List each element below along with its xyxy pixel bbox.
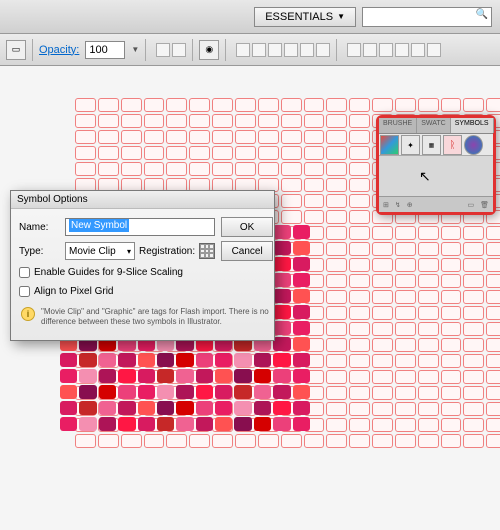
workspace-switcher[interactable]: ESSENTIALS ▼ [254, 7, 356, 27]
ok-button[interactable]: OK [221, 217, 273, 237]
tab-symbols[interactable]: SYMBOLS [451, 118, 494, 133]
tab-brushes[interactable]: BRUSHE [379, 118, 417, 133]
footer-btn[interactable]: ▭ [467, 201, 474, 209]
workspace-label: ESSENTIALS [265, 11, 333, 23]
panel-tabs: BRUSHE SWATC SYMBOLS [379, 118, 493, 134]
chevron-down-icon[interactable]: ▼ [131, 45, 139, 54]
separator [32, 39, 33, 61]
chevron-down-icon: ▾ [127, 247, 131, 256]
separator [336, 39, 337, 61]
separator [225, 39, 226, 61]
separator [145, 39, 146, 61]
symbols-panel: BRUSHE SWATC SYMBOLS ✦ ▦ ᚱ ↖ ⊞ ↯ ⊕ ▭ 🗑 [376, 115, 496, 215]
dist-btn[interactable] [411, 43, 425, 57]
dist-btn[interactable] [379, 43, 393, 57]
opacity-input[interactable] [85, 41, 125, 59]
dist-btn[interactable] [363, 43, 377, 57]
align-btn[interactable] [316, 43, 330, 57]
footer-btn[interactable]: ⊕ [407, 201, 413, 209]
footer-btn[interactable]: ⊞ [383, 201, 389, 209]
info-icon: i [21, 307, 35, 321]
symbol-thumb[interactable]: ▦ [422, 135, 441, 155]
symbol-thumb[interactable] [464, 135, 483, 155]
align-btn[interactable] [252, 43, 266, 57]
cancel-button[interactable]: Cancel [221, 241, 273, 261]
dist-btn[interactable] [347, 43, 361, 57]
footer-btn[interactable]: ↯ [395, 201, 401, 209]
style-btn-2[interactable] [172, 43, 186, 57]
recolor-btn[interactable]: ◉ [199, 40, 219, 60]
name-label: Name: [19, 222, 59, 233]
style-btn-1[interactable] [156, 43, 170, 57]
symbol-thumbnails: ✦ ▦ ᚱ [379, 134, 493, 156]
style-icons [156, 43, 186, 57]
dist-btn[interactable] [427, 43, 441, 57]
separator [192, 39, 193, 61]
dist-btn[interactable] [395, 43, 409, 57]
align-btn[interactable] [300, 43, 314, 57]
panel-body[interactable]: ↖ [379, 156, 493, 196]
type-select[interactable]: Movie Clip▾ [65, 242, 135, 260]
symbol-thumb[interactable] [380, 135, 399, 155]
search-wrap: 🔍 [362, 6, 492, 27]
dialog-title: Symbol Options [11, 191, 274, 209]
enable-guides-row[interactable]: Enable Guides for 9-Slice Scaling [19, 265, 276, 280]
align-btn[interactable] [284, 43, 298, 57]
info-row: i "Movie Clip" and "Graphic" are tags fo… [19, 303, 276, 332]
trash-icon[interactable]: 🗑 [480, 201, 489, 209]
align-pixel-checkbox[interactable] [19, 286, 30, 297]
cursor-icon: ↖ [419, 168, 431, 185]
symbol-thumb[interactable]: ✦ [401, 135, 420, 155]
panel-footer: ⊞ ↯ ⊕ ▭ 🗑 [379, 196, 493, 212]
symbol-thumb[interactable]: ᚱ [443, 135, 462, 155]
opacity-label: Opacity: [39, 44, 79, 56]
registration-label: Registration: [139, 246, 195, 257]
tab-swatches[interactable]: SWATC [417, 118, 451, 133]
align-row-2 [347, 43, 441, 57]
align-pixel-row[interactable]: Align to Pixel Grid [19, 284, 276, 299]
search-input[interactable] [362, 7, 492, 27]
enable-guides-checkbox[interactable] [19, 267, 30, 278]
align-btn[interactable] [236, 43, 250, 57]
align-btn[interactable] [268, 43, 282, 57]
type-label: Type: [19, 246, 59, 257]
menu-bar: ESSENTIALS ▼ 🔍 [0, 0, 500, 34]
align-row-1 [236, 43, 330, 57]
type-row: Movie Clip▾ Registration: [65, 242, 215, 260]
symbol-options-dialog: Symbol Options Name: New Symbol OK Type:… [10, 190, 275, 341]
control-bar: ▭ Opacity: ▼ ◉ [0, 34, 500, 66]
name-input[interactable]: New Symbol [65, 218, 215, 236]
search-icon: 🔍 [476, 9, 488, 20]
registration-grid[interactable] [199, 243, 215, 259]
stroke-btn[interactable]: ▭ [6, 40, 26, 60]
chevron-down-icon: ▼ [337, 12, 345, 21]
info-text: "Movie Clip" and "Graphic" are tags for … [41, 307, 274, 328]
